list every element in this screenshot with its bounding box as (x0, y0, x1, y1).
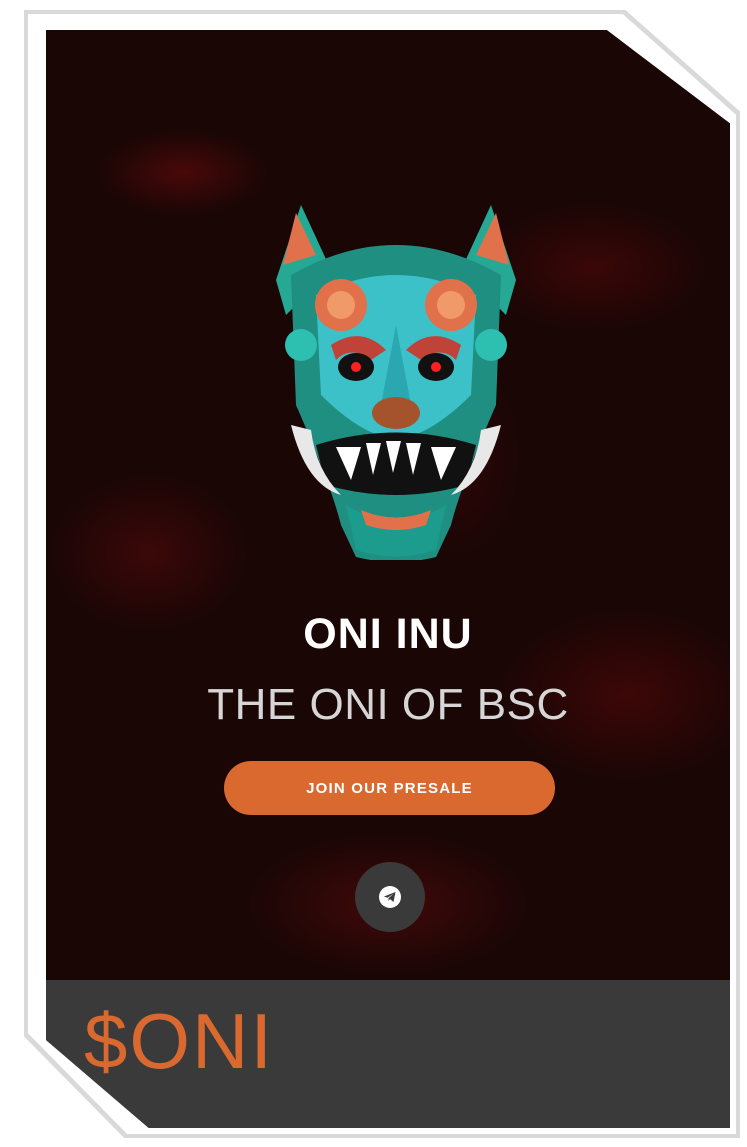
hero-title: ONI INU (303, 610, 473, 658)
oni-mask-icon (261, 185, 531, 562)
hero-section: ONI INU THE ONI OF BSC JOIN OUR PRESALE (46, 30, 730, 980)
join-presale-label: JOIN OUR PRESALE (306, 779, 473, 797)
join-presale-button[interactable]: JOIN OUR PRESALE (224, 761, 555, 815)
token-ticker: $ONI (84, 997, 275, 1085)
telegram-icon (379, 886, 401, 908)
telegram-button[interactable] (355, 862, 425, 932)
footer-bar: $ONI (46, 980, 730, 1128)
phone-screen: ONI INU THE ONI OF BSC JOIN OUR PRESALE … (46, 30, 730, 1128)
hero-subtitle: THE ONI OF BSC (207, 680, 569, 729)
